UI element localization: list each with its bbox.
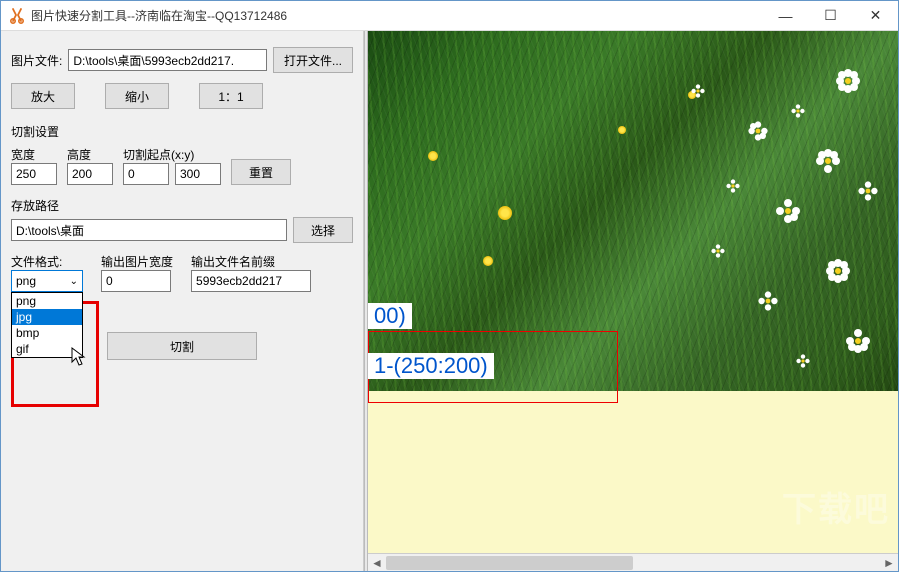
format-selected-value: png [16,274,36,288]
zoom-in-button[interactable]: 放大 [11,83,75,109]
window-controls: — ☐ ✕ [763,1,898,30]
save-path-label: 存放路径 [11,197,353,214]
start-x-input[interactable] [123,163,169,185]
file-path-input[interactable] [68,49,267,71]
out-width-label: 输出图片宽度 [101,253,173,270]
format-option-jpg[interactable]: jpg [12,309,82,325]
height-label: 高度 [67,146,113,163]
choose-path-button[interactable]: 选择 [293,217,353,243]
titlebar: 图片快速分割工具--济南临在淘宝--QQ13712486 — ☐ ✕ [1,1,898,31]
scroll-left-icon[interactable]: ◄ [368,555,386,571]
prefix-label: 输出文件名前缀 [191,253,311,270]
cut-button[interactable]: 切割 [107,332,257,360]
preview-pane: 00) 1-(250:200) 下载吧 ◄ ► [368,31,898,571]
reset-button[interactable]: 重置 [231,159,291,185]
open-file-button[interactable]: 打开文件... [273,47,353,73]
height-input[interactable] [67,163,113,185]
save-path-input[interactable] [11,219,287,241]
crop-label-1: 1-(250:200) [368,353,494,379]
image-empty-area [368,391,898,553]
horizontal-scrollbar[interactable]: ◄ ► [368,553,898,571]
out-width-input[interactable] [101,270,171,292]
scroll-right-icon[interactable]: ► [880,555,898,571]
width-input[interactable] [11,163,57,185]
client-area: 图片文件: 打开文件... 放大 缩小 1：1 切割设置 宽度 高度 [1,31,898,571]
app-window: 图片快速分割工具--济南临在淘宝--QQ13712486 — ☐ ✕ 图片文件:… [0,0,899,572]
format-option-png[interactable]: png [12,293,82,309]
file-label: 图片文件: [11,52,62,69]
maximize-button[interactable]: ☐ [808,1,853,30]
zoom-out-button[interactable]: 缩小 [105,83,169,109]
format-label: 文件格式: [11,253,83,270]
prefix-input[interactable] [191,270,311,292]
start-y-input[interactable] [175,163,221,185]
cursor-icon [71,347,87,367]
start-label: 切割起点(x:y) [123,146,221,163]
scroll-track[interactable] [386,555,880,571]
window-title: 图片快速分割工具--济南临在淘宝--QQ13712486 [31,7,763,24]
close-button[interactable]: ✕ [853,1,898,30]
minimize-button[interactable]: — [763,1,808,30]
format-select[interactable]: png ⌄ png jpg bmp gif [11,270,83,292]
app-icon [9,8,25,24]
crop-label-0: 00) [368,303,412,329]
format-option-bmp[interactable]: bmp [12,325,82,341]
left-panel: 图片文件: 打开文件... 放大 缩小 1：1 切割设置 宽度 高度 [1,31,364,571]
zoom-reset-button[interactable]: 1：1 [199,83,263,109]
chevron-down-icon: ⌄ [70,276,78,287]
cut-group-label: 切割设置 [11,123,353,140]
image-canvas[interactable]: 00) 1-(250:200) 下载吧 [368,31,898,553]
width-label: 宽度 [11,146,57,163]
scroll-thumb[interactable] [386,556,633,570]
